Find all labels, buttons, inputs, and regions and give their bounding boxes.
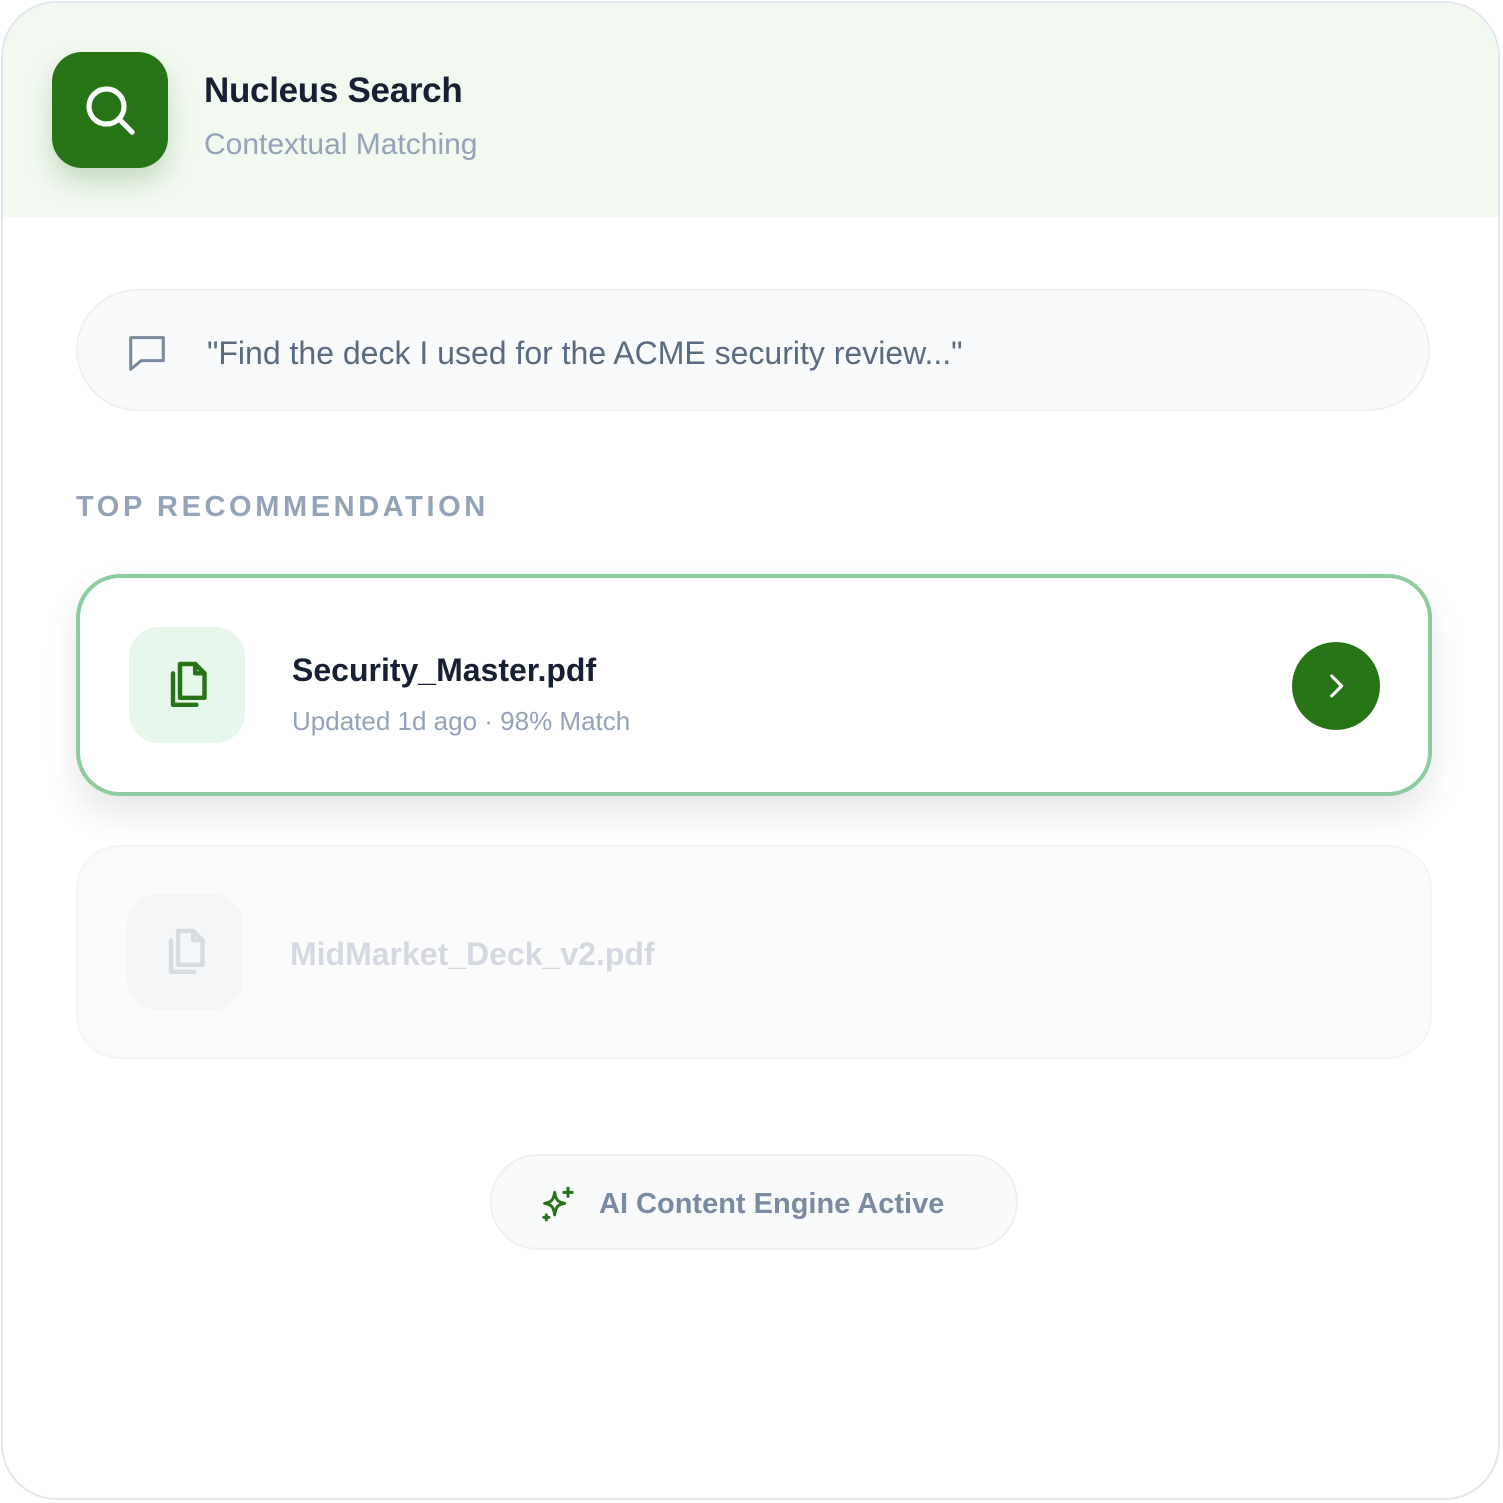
result-card-top[interactable]: Security_Master.pdf Updated 1d ago · 98%… bbox=[76, 574, 1432, 796]
result-card-secondary[interactable]: MidMarket_Deck_v2.pdf bbox=[76, 845, 1432, 1059]
sparkles-icon bbox=[542, 1186, 574, 1222]
file-icon-tile bbox=[127, 894, 243, 1010]
file-copy-icon bbox=[168, 928, 205, 975]
chat-bubble-icon bbox=[129, 336, 165, 371]
open-result-button[interactable] bbox=[1292, 642, 1380, 730]
search-query-text: "Find the deck I used for the ACME secur… bbox=[207, 335, 963, 371]
nucleus-search-card: Nucleus Search Contextual Matching "Find… bbox=[1, 1, 1500, 1500]
status-badge: AI Content Engine Active bbox=[490, 1154, 1018, 1250]
result-file-name: MidMarket_Deck_v2.pdf bbox=[290, 936, 655, 972]
app-subtitle: Contextual Matching bbox=[204, 128, 478, 161]
result-file-meta: Updated 1d ago · 98% Match bbox=[292, 706, 631, 736]
app-title: Nucleus Search bbox=[204, 71, 463, 110]
chevron-right-icon bbox=[1330, 674, 1344, 698]
header: Nucleus Search Contextual Matching bbox=[3, 3, 1498, 217]
search-query-input[interactable]: "Find the deck I used for the ACME secur… bbox=[76, 289, 1430, 411]
result-file-name: Security_Master.pdf bbox=[292, 652, 597, 688]
file-copy-icon bbox=[170, 661, 207, 708]
status-label: AI Content Engine Active bbox=[599, 1188, 945, 1220]
search-icon bbox=[86, 86, 135, 135]
section-heading: TOP RECOMMENDATION bbox=[76, 491, 489, 523]
app-logo bbox=[52, 52, 168, 168]
file-icon-tile bbox=[129, 627, 245, 743]
